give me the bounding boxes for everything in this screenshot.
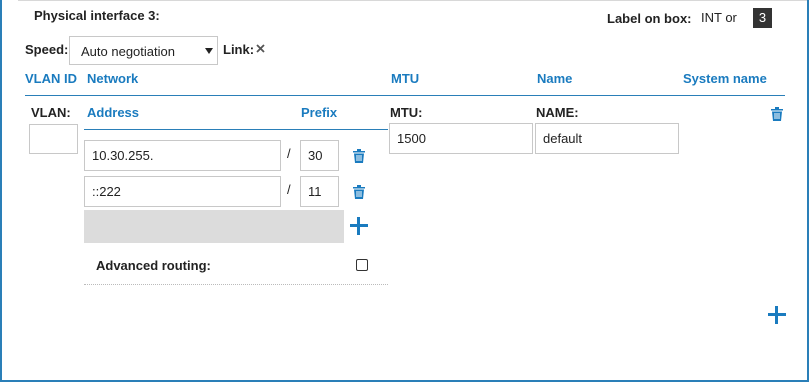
address-header: Address <box>87 105 140 120</box>
column-mtu: MTU <box>391 71 420 86</box>
address-input[interactable] <box>84 140 281 171</box>
prefix-header: Prefix <box>301 105 338 120</box>
panel-top-divider <box>18 0 807 1</box>
prefix-separator: / <box>287 146 291 161</box>
column-network: Network <box>87 71 139 86</box>
mtu-label: MTU: <box>390 105 423 120</box>
column-name: Name <box>537 71 573 86</box>
add-address-plus-icon[interactable] <box>350 217 368 235</box>
speed-label: Speed: <box>25 42 69 57</box>
dropdown-arrow-icon <box>205 48 213 54</box>
label-on-box-label: Label on box: <box>607 11 692 26</box>
speed-select[interactable]: Auto negotiation <box>69 36 218 65</box>
name-label: NAME: <box>536 105 579 120</box>
trash-icon[interactable] <box>771 107 783 121</box>
header-divider <box>25 95 785 96</box>
column-vlan-id: VLAN ID <box>25 71 77 86</box>
int-label: INT or <box>701 10 737 25</box>
new-address-placeholder <box>84 210 344 243</box>
int-number-badge: 3 <box>753 8 772 28</box>
mtu-input[interactable] <box>389 123 533 154</box>
close-icon <box>256 44 265 53</box>
vlan-label: VLAN: <box>31 105 71 120</box>
link-label: Link: <box>223 42 255 57</box>
network-bottom-divider <box>84 284 388 285</box>
address-input[interactable] <box>84 176 281 207</box>
trash-icon[interactable] <box>353 185 365 199</box>
prefix-input[interactable] <box>300 176 339 207</box>
name-input[interactable] <box>535 123 679 154</box>
advanced-routing-checkbox[interactable] <box>356 259 368 271</box>
trash-icon[interactable] <box>353 149 365 163</box>
speed-select-value: Auto negotiation <box>81 44 175 59</box>
advanced-routing-label: Advanced routing: <box>96 258 211 273</box>
interface-title: Physical interface 3: <box>34 8 160 23</box>
address-header-divider <box>84 129 388 130</box>
column-system-name: System name <box>683 71 767 86</box>
prefix-input[interactable] <box>300 140 339 171</box>
vlan-input[interactable] <box>29 124 78 154</box>
prefix-separator: / <box>287 182 291 197</box>
add-vlan-plus-icon[interactable] <box>768 306 786 324</box>
